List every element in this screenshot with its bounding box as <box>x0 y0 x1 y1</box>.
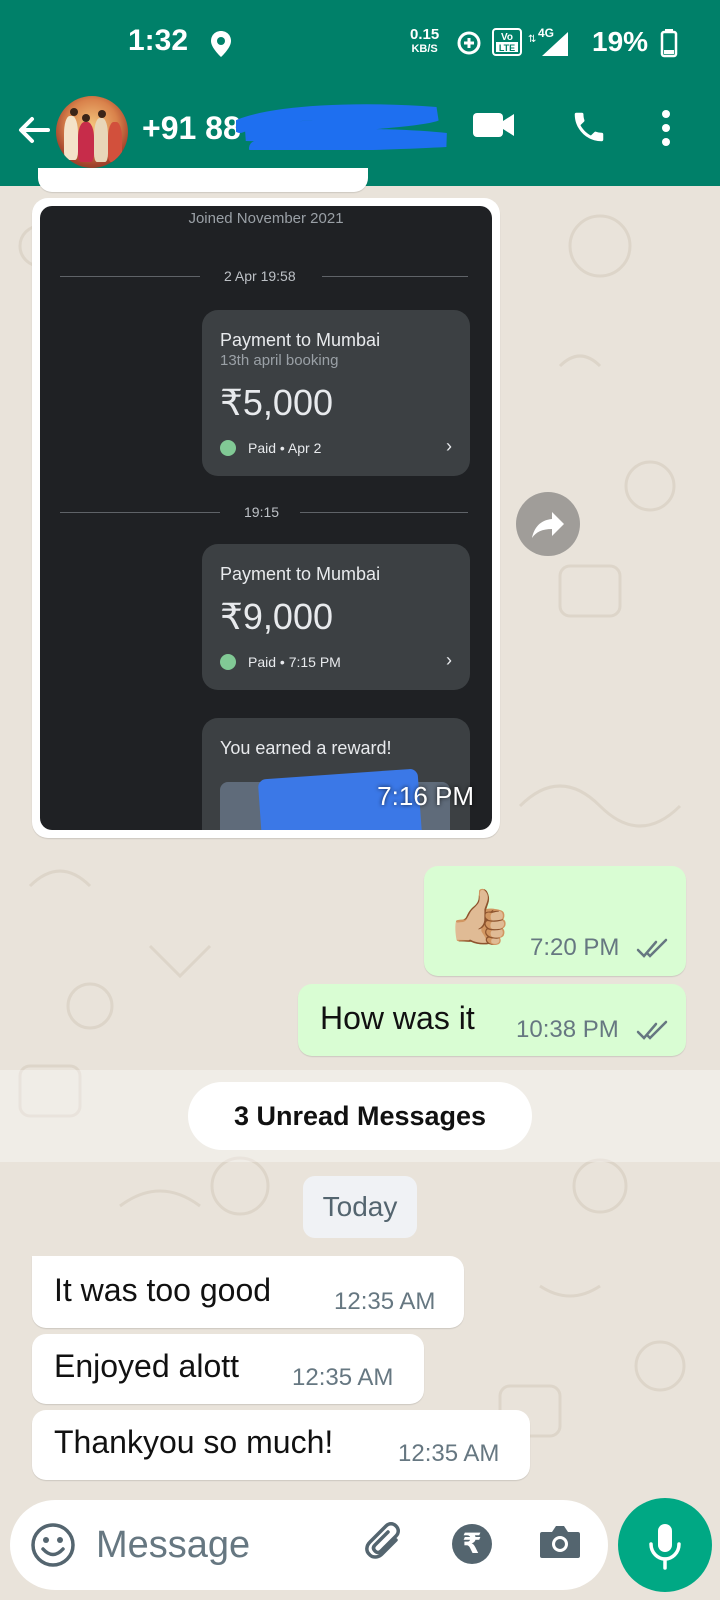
check-icon <box>220 440 236 456</box>
date-label: 2 Apr 19:58 <box>224 268 296 284</box>
emoji-icon[interactable] <box>30 1522 76 1568</box>
outgoing-message[interactable]: How was it 10:38 PM <box>298 984 686 1056</box>
message-text: Enjoyed alott <box>54 1348 240 1384</box>
image-message-bubble[interactable]: Joined November 2021 2 Apr 19:58 Payment… <box>32 198 500 838</box>
check-icon <box>220 654 236 670</box>
message-text: How was it <box>320 1000 475 1036</box>
double-check-icon <box>636 1020 668 1040</box>
signal-icon <box>542 32 568 56</box>
divider <box>322 276 468 277</box>
video-call-icon[interactable] <box>472 110 516 140</box>
payment-status: Paid • 7:15 PM <box>248 654 341 670</box>
thumbs-up-emoji: 👍🏼 <box>446 887 514 947</box>
microphone-icon <box>649 1524 681 1570</box>
chevron-right-icon: › <box>446 436 452 456</box>
payment-subtitle: 13th april booking <box>220 352 339 369</box>
battery-icon <box>660 29 678 58</box>
redaction-scribble <box>236 104 447 150</box>
forward-icon <box>532 512 564 538</box>
voice-message-button[interactable] <box>618 1498 712 1592</box>
volte-icon: Vo LTE <box>492 28 522 56</box>
svg-text:LTE: LTE <box>499 43 515 53</box>
battery-percent: 19% <box>592 26 649 57</box>
svg-text:Vo: Vo <box>501 32 513 43</box>
back-arrow-icon[interactable] <box>12 108 56 152</box>
message-time: 12:35 AM <box>398 1440 500 1467</box>
payment-title: Payment to Mumbai <box>220 564 381 584</box>
voice-call-icon[interactable] <box>570 108 608 146</box>
double-check-icon <box>636 938 668 958</box>
message-time: 12:35 AM <box>292 1364 394 1391</box>
contact-name[interactable]: +91 88 <box>142 110 241 147</box>
payment-title: Payment to Mumbai <box>220 330 381 350</box>
divider <box>300 512 468 513</box>
contact-avatar[interactable] <box>56 96 128 168</box>
payment-rupee-button[interactable]: ₹ <box>452 1524 492 1564</box>
reward-title: You earned a reward! <box>220 738 392 758</box>
forward-button[interactable] <box>516 492 580 556</box>
incoming-message[interactable]: It was too good 12:35 AM <box>32 1256 464 1328</box>
message-time: 7:16 PM <box>377 781 474 811</box>
data-saver-icon <box>457 31 481 55</box>
message-text: Thankyou so much! <box>54 1424 334 1460</box>
divider <box>60 276 200 277</box>
payment-amount: ₹5,000 <box>220 382 333 423</box>
previous-message-bubble[interactable] <box>38 168 368 192</box>
status-time: 1:32 <box>128 24 189 57</box>
outgoing-message[interactable]: 👍🏼 7:20 PM <box>424 866 686 976</box>
more-options-icon[interactable] <box>660 108 672 148</box>
reward-card: You earned a reward! <box>202 718 470 830</box>
message-time: 10:38 PM <box>516 1016 619 1043</box>
message-input[interactable] <box>96 1522 336 1568</box>
time-label: 19:15 <box>244 504 280 520</box>
payment-amount: ₹9,000 <box>220 596 333 637</box>
message-text: It was too good <box>54 1272 272 1308</box>
message-time: 12:35 AM <box>334 1288 436 1315</box>
payment-status: Paid • Apr 2 <box>248 440 322 456</box>
unread-messages-label: 3 Unread Messages <box>188 1082 532 1150</box>
net-speed: 0.15 KB/S <box>410 26 440 55</box>
incoming-message[interactable]: Enjoyed alott 12:35 AM <box>32 1334 424 1404</box>
joined-text: Joined November 2021 <box>188 210 344 227</box>
chevron-right-icon: › <box>446 650 452 670</box>
message-time: 7:20 PM <box>530 934 620 961</box>
divider <box>60 512 220 513</box>
arrows-icon: ⇅ <box>528 34 537 45</box>
payment-card: Payment to Mumbai 13th april booking ₹5,… <box>202 310 470 476</box>
payment-card: Payment to Mumbai ₹9,000 Paid • 7:15 PM … <box>202 544 470 690</box>
incoming-message[interactable]: Thankyou so much! 12:35 AM <box>32 1410 530 1480</box>
location-icon <box>211 31 231 57</box>
camera-icon[interactable] <box>538 1522 582 1562</box>
date-separator: Today <box>303 1176 417 1238</box>
attach-icon[interactable] <box>362 1520 408 1566</box>
shared-screenshot[interactable]: Joined November 2021 2 Apr 19:58 Payment… <box>40 206 492 830</box>
